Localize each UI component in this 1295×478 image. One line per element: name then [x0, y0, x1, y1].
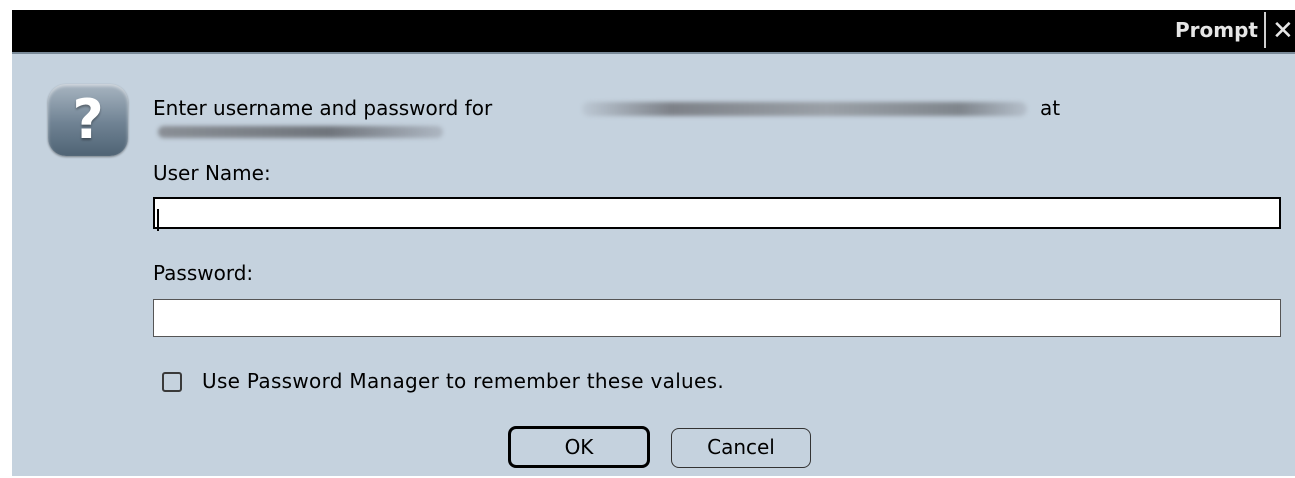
prompt-message: Enter username and password for [153, 96, 493, 120]
prompt-dialog: Prompt ✕ ? Enter username and password f… [12, 10, 1295, 476]
window-title: Prompt [1175, 18, 1258, 42]
close-icon[interactable]: ✕ [1272, 14, 1295, 48]
question-icon: ? [48, 84, 128, 156]
password-field[interactable] [153, 299, 1281, 337]
username-label: User Name: [153, 161, 271, 185]
username-field[interactable] [153, 197, 1281, 229]
text-caret [157, 209, 159, 231]
remember-checkbox-label[interactable]: Use Password Manager to remember these v… [202, 369, 724, 393]
cancel-button[interactable]: Cancel [671, 428, 811, 468]
title-separator [1264, 12, 1266, 48]
password-label: Password: [153, 261, 254, 285]
remember-checkbox[interactable] [162, 372, 182, 392]
prompt-message-at: at [1040, 96, 1061, 120]
redacted-host [158, 126, 443, 138]
title-bar[interactable]: Prompt ✕ [12, 10, 1295, 54]
redacted-realm [582, 102, 1027, 116]
ok-button[interactable]: OK [508, 426, 650, 468]
